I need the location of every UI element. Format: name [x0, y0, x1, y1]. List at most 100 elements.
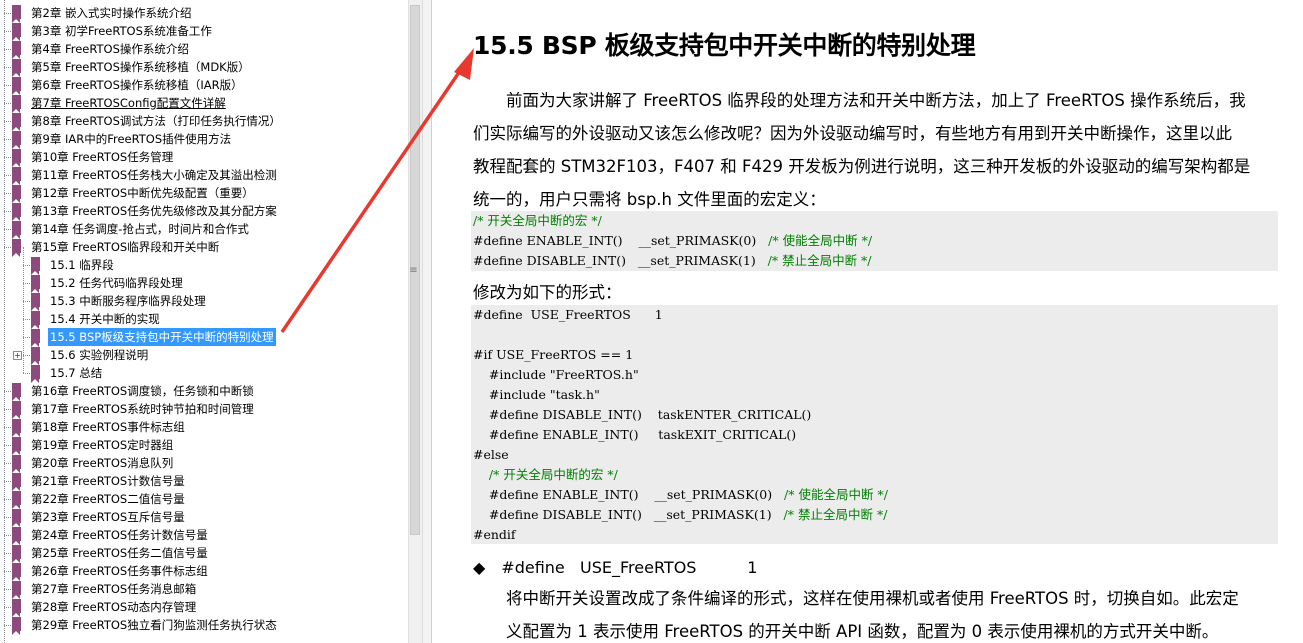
sidebar-item-chapter[interactable]: 第8章 FreeRTOS调试方法（打印任务执行情况）: [12, 112, 283, 131]
paragraph-line: 们实际编写的外设驱动又该怎么修改呢？因为外设驱动编写时，有些地方有用到开关中断操…: [473, 124, 1232, 143]
tree-connector: [4, 481, 11, 482]
bookmark-label: 第21章 FreeRTOS计数信号量: [31, 474, 185, 488]
bookmark-panel: 第2章 嵌入式实时操作系统介绍 第3章 初学FreeRTOS系统准备工作 第4章 F…: [0, 0, 408, 643]
code-text: #include "FreeRTOS.h": [473, 367, 639, 382]
sidebar-item-chapter[interactable]: 第24章 FreeRTOS任务计数信号量: [12, 526, 210, 545]
sidebar-item-chapter[interactable]: 第27章 FreeRTOS任务消息邮箱: [12, 580, 198, 599]
sidebar-item-chapter[interactable]: 第2章 嵌入式实时操作系统介绍: [12, 4, 193, 23]
bookmark-icon: [12, 185, 21, 203]
tree-connector: [23, 301, 30, 302]
tree-connector: [4, 607, 11, 608]
code-comment: /* 禁止全局中断 */: [767, 253, 872, 268]
sidebar-item-chapter[interactable]: 第23章 FreeRTOS互斥信号量: [12, 508, 187, 527]
sidebar-item-chapter[interactable]: 第22章 FreeRTOS二值信号量: [12, 490, 187, 509]
sidebar-item-chapter[interactable]: 第4章 FreeRTOS操作系统介绍: [12, 40, 191, 59]
bookmark-label: 15.7 总结: [50, 366, 103, 380]
sidebar-item-section[interactable]: 15.4 开关中断的实现: [31, 310, 162, 329]
code-line: #define DISABLE_INT() __set_PRIMASK(1) /…: [473, 505, 888, 525]
code-line: #define ENABLE_INT() __set_PRIMASK(0) /*…: [473, 231, 872, 251]
tree-connector: [4, 31, 11, 32]
code-block: /* 开关全局中断的宏 */ #define ENABLE_INT() __set…: [471, 211, 1278, 271]
bookmark-icon: [12, 527, 21, 545]
code-line: #define ENABLE_INT() taskEXIT_CRITICAL(): [473, 425, 796, 445]
bookmark-icon: [12, 77, 21, 95]
paragraph-line: 义配置为 1 表示使用 FreeRTOS 的开关中断 API 函数，配置为 0 …: [473, 622, 1219, 641]
sidebar-item-chapter[interactable]: 第5章 FreeRTOS操作系统移植（MDK版）: [12, 58, 252, 77]
code-text: #define ENABLE_INT() __set_PRIMASK(0): [473, 233, 769, 248]
sidebar-item-section[interactable]: 15.2 任务代码临界段处理: [31, 274, 185, 293]
tree-connector: [4, 49, 11, 50]
code-line: #include "task.h": [473, 385, 600, 405]
bookmark-icon: [12, 239, 21, 257]
sidebar-item-chapter[interactable]: 第20章 FreeRTOS消息队列: [12, 454, 175, 473]
sidebar-item-chapter[interactable]: 第11章 FreeRTOS任务栈大小确定及其溢出检测: [12, 166, 279, 185]
code-comment: /* 开关全局中断的宏 */: [488, 467, 618, 482]
bookmark-icon: [31, 347, 40, 365]
code-comment: /* 开关全局中断的宏 */: [473, 213, 602, 228]
paragraph-line: 将中断开关设置改成了条件编译的形式，这样在使用裸机或者使用 FreeRTOS 时…: [473, 589, 1239, 608]
tree-connector: [4, 589, 11, 590]
bookmark-icon: [12, 545, 21, 563]
code-line: /* 开关全局中断的宏 */: [473, 465, 618, 485]
sidebar-item-chapter[interactable]: 第13章 FreeRTOS任务优先级修改及其分配方案: [12, 202, 279, 221]
bookmark-label: 第10章 FreeRTOS任务管理: [31, 150, 174, 164]
sidebar-item-chapter[interactable]: 第18章 FreeRTOS事件标志组: [12, 418, 187, 437]
panel-splitter[interactable]: [422, 0, 432, 643]
tree-connector: [4, 211, 11, 212]
sidebar-item-chapter[interactable]: 第15章 FreeRTOS临界段和开关中断: [12, 238, 221, 257]
sidebar-item-chapter[interactable]: 第6章 FreeRTOS操作系统移植（IAR版）: [12, 76, 245, 95]
sidebar-item-section[interactable]: 15.1 临界段: [31, 256, 116, 275]
sidebar-item-chapter[interactable]: 第26章 FreeRTOS任务事件标志组: [12, 562, 210, 581]
tree-connector: [4, 229, 11, 230]
code-line: #include "FreeRTOS.h": [473, 365, 639, 385]
bookmark-label: 第20章 FreeRTOS消息队列: [31, 456, 174, 470]
sidebar-item-selected[interactable]: 15.5 BSP板级支持包中开关中断的特别处理: [31, 328, 276, 347]
sidebar-item-chapter[interactable]: 第14章 任务调度-抢占式，时间片和合作式: [12, 220, 251, 239]
splitter-grip-icon[interactable]: ≡: [409, 265, 418, 276]
tree-connector: [4, 157, 11, 158]
expand-plus-icon[interactable]: +: [13, 351, 22, 360]
bookmark-label: 第8章 FreeRTOS调试方法（打印任务执行情况）: [31, 114, 281, 128]
sidebar-item-chapter[interactable]: 第28章 FreeRTOS动态内存管理: [12, 598, 198, 617]
sidebar-item-section[interactable]: 15.7 总结: [31, 364, 104, 383]
bookmark-icon: [12, 23, 21, 41]
bookmark-icon: [12, 59, 21, 77]
bookmark-label: 第28章 FreeRTOS动态内存管理: [31, 600, 197, 614]
sidebar-item-chapter[interactable]: 第16章 FreeRTOS调度锁，任务锁和中断锁: [12, 382, 256, 401]
sidebar-item-chapter[interactable]: 第17章 FreeRTOS系统时钟节拍和时间管理: [12, 400, 256, 419]
sidebar-item-chapter[interactable]: 第25章 FreeRTOS任务二值信号量: [12, 544, 210, 563]
code-line: #define DISABLE_INT() __set_PRIMASK(1) /…: [473, 251, 872, 271]
tree-connector: [4, 625, 11, 626]
bookmark-label: 第11章 FreeRTOS任务栈大小确定及其溢出检测: [31, 168, 277, 182]
tree-connector: [4, 175, 11, 176]
code-comment: /* 禁止全局中断 */: [783, 507, 888, 522]
sidebar-item-chapter[interactable]: 第29章 FreeRTOS独立看门狗监测任务执行状态: [12, 616, 279, 635]
sidebar-item-chapter[interactable]: 第7章 FreeRTOSConfig配置文件详解: [12, 94, 228, 113]
sidebar-item-section[interactable]: 15.3 中断服务程序临界段处理: [31, 292, 208, 311]
bookmark-label: 第12章 FreeRTOS中断优先级配置（重要）: [31, 186, 254, 200]
bookmark-icon: [12, 473, 21, 491]
tree-connector: [4, 139, 11, 140]
bookmark-icon: [12, 455, 21, 473]
sidebar-item-chapter[interactable]: 第19章 FreeRTOS定时器组: [12, 436, 175, 455]
code-text: #endif: [473, 527, 516, 542]
tree-connector: [4, 427, 11, 428]
sidebar-item-chapter[interactable]: 第12章 FreeRTOS中断优先级配置（重要）: [12, 184, 256, 203]
tree-connector: [4, 247, 11, 248]
sidebar-item-chapter[interactable]: 第21章 FreeRTOS计数信号量: [12, 472, 187, 491]
bookmark-label: 第29章 FreeRTOS独立看门狗监测任务执行状态: [31, 618, 277, 632]
code-line: #else: [473, 445, 509, 465]
code-line: #define ENABLE_INT() __set_PRIMASK(0) /*…: [473, 485, 888, 505]
code-text: #define ENABLE_INT() taskEXIT_CRITICAL(): [473, 427, 797, 442]
bookmark-label: 第17章 FreeRTOS系统时钟节拍和时间管理: [31, 402, 254, 416]
sidebar-item-section[interactable]: 15.6 实验例程说明: [31, 346, 150, 365]
sidebar-item-chapter[interactable]: 第9章 IAR中的FreeRTOS插件使用方法: [12, 130, 233, 149]
bookmark-label: 15.6 实验例程说明: [50, 348, 149, 362]
bookmark-icon: [12, 419, 21, 437]
bookmark-icon: [31, 365, 40, 383]
sidebar-item-chapter[interactable]: 第3章 初学FreeRTOS系统准备工作: [12, 22, 214, 41]
sidebar-item-chapter[interactable]: 第10章 FreeRTOS任务管理: [12, 148, 175, 167]
bookmark-label: 第19章 FreeRTOS定时器组: [31, 438, 174, 452]
bookmark-icon: [12, 167, 21, 185]
